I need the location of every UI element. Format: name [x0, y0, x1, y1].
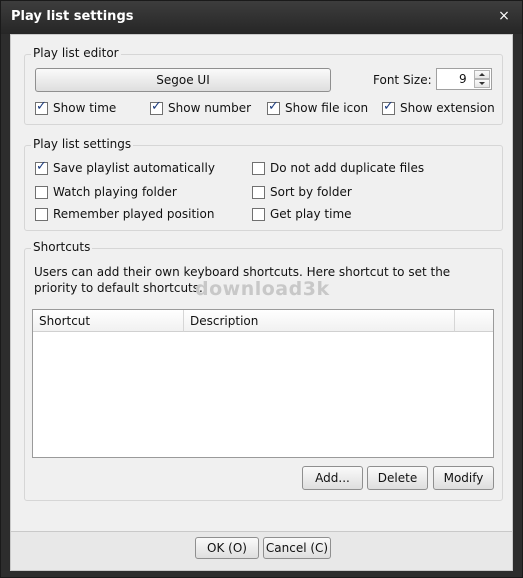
title-bar[interactable]: Play list settings ×	[1, 1, 522, 34]
checkbox-label: Watch playing folder	[53, 185, 177, 199]
checkbox-do-not-add-duplicate-files[interactable]: Do not add duplicate files	[252, 161, 424, 175]
checkmark-icon: ✓	[35, 98, 48, 115]
checkbox-label: Remember played position	[53, 207, 215, 221]
column-header-filler	[455, 310, 493, 332]
checkbox-watch-playing-folder[interactable]: Watch playing folder	[35, 185, 177, 199]
checkbox-label: Get play time	[270, 207, 352, 221]
checkmark-icon: ✓	[35, 158, 48, 175]
checkbox-save-playlist-automatically[interactable]: ✓ Save playlist automatically	[35, 158, 215, 175]
font-size-spinner[interactable]: 9	[436, 68, 492, 90]
checkbox-label: Save playlist automatically	[53, 161, 215, 175]
checkbox-remember-played-position[interactable]: Remember played position	[35, 207, 214, 221]
checkbox-label: Sort by folder	[270, 185, 352, 199]
checkbox-show-number[interactable]: ✓ Show number	[150, 98, 252, 115]
checkbox-box	[35, 185, 48, 199]
checkbox-get-play-time[interactable]: Get play time	[252, 207, 352, 221]
checkbox-sort-by-folder[interactable]: Sort by folder	[252, 185, 352, 199]
shortcuts-legend: Shortcuts	[31, 240, 93, 254]
play-list-editor-legend: Play list editor	[31, 46, 121, 60]
font-select-button[interactable]: Segoe UI	[35, 68, 331, 92]
play-list-settings-group: Play list settings ✓ Save playlist autom…	[24, 137, 503, 231]
checkbox-show-time[interactable]: ✓ Show time	[35, 98, 117, 115]
play-list-settings-window: Play list settings × Play list editor Se…	[0, 0, 523, 578]
download3k-watermark-logo: download3k	[195, 278, 330, 300]
checkmark-icon: ✓	[150, 98, 163, 115]
dialog-body: Play list editor Segoe UI Font Size: 9 ✓…	[10, 34, 513, 532]
checkbox-show-file-icon[interactable]: ✓ Show file icon	[267, 98, 369, 115]
column-header-description[interactable]: Description	[184, 310, 455, 332]
cancel-button[interactable]: Cancel (C)	[263, 537, 331, 559]
checkbox-box	[252, 207, 265, 221]
spin-down-icon[interactable]	[474, 79, 490, 88]
checkbox-label: Show time	[53, 101, 117, 115]
checkbox-show-extension[interactable]: ✓ Show extension	[382, 98, 495, 115]
checkbox-label: Do not add duplicate files	[270, 161, 425, 175]
window-title: Play list settings	[11, 9, 134, 24]
checkbox-box	[252, 161, 265, 175]
close-icon[interactable]: ×	[496, 8, 512, 24]
checkbox-box	[252, 185, 265, 199]
add-shortcut-button[interactable]: Add...	[302, 466, 363, 490]
dialog-footer: OK (O) Cancel (C)	[10, 532, 513, 571]
font-size-value: 9	[459, 72, 467, 86]
ok-button[interactable]: OK (O)	[195, 537, 259, 559]
shortcuts-table[interactable]: Shortcut Description	[32, 309, 494, 458]
delete-shortcut-button[interactable]: Delete	[367, 466, 428, 490]
checkbox-label: Show number	[168, 101, 252, 115]
play-list-editor-group: Play list editor Segoe UI Font Size: 9 ✓…	[24, 46, 503, 125]
spin-up-icon[interactable]	[474, 70, 490, 79]
checkbox-box	[35, 207, 48, 221]
checkbox-label: Show file icon	[285, 101, 369, 115]
play-list-settings-legend: Play list settings	[31, 137, 134, 151]
checkmark-icon: ✓	[382, 98, 395, 115]
font-size-label: Font Size:	[373, 73, 432, 87]
modify-shortcut-button[interactable]: Modify	[433, 466, 494, 490]
column-header-shortcut[interactable]: Shortcut	[33, 310, 184, 332]
checkbox-label: Show extension	[400, 101, 495, 115]
checkmark-icon: ✓	[267, 98, 280, 115]
